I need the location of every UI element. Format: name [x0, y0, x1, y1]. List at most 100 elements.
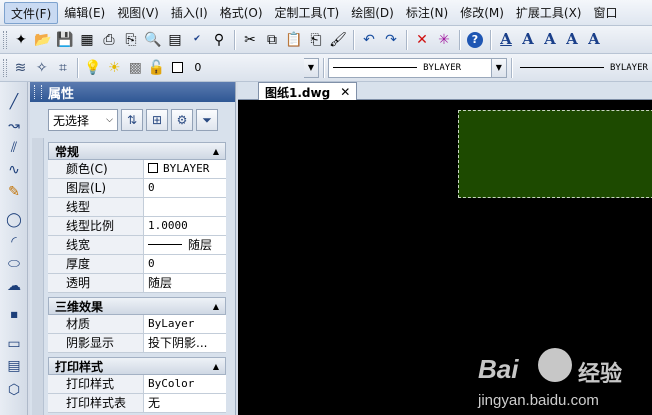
- property-row-shadow[interactable]: 阴影显示 投下阴影...: [48, 334, 226, 353]
- property-row-color[interactable]: 颜色(C) BYLAYER: [48, 160, 226, 179]
- layer-previous-icon[interactable]: ⌗: [53, 58, 72, 78]
- new-file-icon[interactable]: ✦: [11, 30, 31, 50]
- section-3d-effects-header[interactable]: 三维效果 ▲: [48, 297, 226, 315]
- hatch-icon[interactable]: ▤: [4, 356, 24, 376]
- selection-dropdown[interactable]: 无选择 ⌵: [48, 109, 118, 131]
- document-tab[interactable]: 图纸1.dwg ✕: [258, 82, 358, 101]
- rectangle-icon[interactable]: ▭: [4, 334, 24, 354]
- linetype-dropdown[interactable]: BYLAYER: [328, 57, 492, 78]
- linetype-dropdown-arrow-icon[interactable]: ▼: [491, 57, 508, 78]
- menu-format[interactable]: 格式(O): [214, 2, 269, 24]
- panel-scrollbar[interactable]: [32, 138, 44, 415]
- property-value[interactable]: 0: [144, 179, 226, 197]
- collapse-icon[interactable]: ▲: [213, 147, 219, 156]
- copy-icon[interactable]: ⧉: [262, 30, 282, 50]
- plot-icon[interactable]: ⎘: [121, 30, 141, 50]
- paste-icon[interactable]: 📋: [284, 30, 304, 50]
- property-row-linetype-scale[interactable]: 线型比例 1.0000: [48, 217, 226, 236]
- line-icon[interactable]: ╱: [4, 92, 24, 112]
- text-scale-icon[interactable]: A: [584, 30, 604, 50]
- menu-insert[interactable]: 插入(I): [165, 2, 214, 24]
- ellipse-icon[interactable]: ⬭: [4, 254, 24, 274]
- filter-icon[interactable]: ⏷: [196, 109, 218, 131]
- layer-unlock-icon: 🔓: [147, 59, 166, 76]
- property-row-thickness[interactable]: 厚度 0: [48, 255, 226, 274]
- polygon-icon[interactable]: ⬡: [4, 380, 24, 400]
- layer-dropdown[interactable]: 0: [190, 58, 303, 78]
- color-swatch-icon: [148, 163, 158, 173]
- save-as-icon[interactable]: ▦: [77, 30, 97, 50]
- revision-cloud-icon[interactable]: ☁: [4, 276, 24, 296]
- text-style-icon[interactable]: A: [496, 30, 516, 50]
- menu-file[interactable]: 文件(F): [4, 1, 59, 24]
- ray-icon[interactable]: ↝: [4, 116, 24, 136]
- property-row-plot-style-table[interactable]: 打印样式表 无: [48, 394, 226, 413]
- menu-edit[interactable]: 编辑(E): [58, 2, 111, 24]
- point-icon[interactable]: ■: [4, 304, 24, 324]
- lineweight-dropdown[interactable]: BYLAYER: [516, 58, 652, 78]
- freehand-icon[interactable]: ✎: [4, 182, 24, 202]
- print-icon[interactable]: ⎙: [99, 30, 119, 50]
- property-row-linetype[interactable]: 线型: [48, 198, 226, 217]
- property-row-plot-style[interactable]: 打印样式 ByColor: [48, 375, 226, 394]
- polyline-icon[interactable]: ∿: [4, 160, 24, 180]
- menu-dimension[interactable]: 标注(N): [400, 2, 454, 24]
- property-value[interactable]: ByColor: [144, 375, 226, 393]
- property-row-transparency[interactable]: 透明 随层: [48, 274, 226, 293]
- section-plot-style-header[interactable]: 打印样式 ▲: [48, 357, 226, 375]
- property-value[interactable]: 随层: [144, 236, 226, 254]
- section-general-header[interactable]: 常规 ▲: [48, 142, 226, 160]
- cut-icon[interactable]: ✂: [240, 30, 260, 50]
- multiline-text-icon[interactable]: A: [518, 30, 538, 50]
- property-row-layer[interactable]: 图层(L) 0: [48, 179, 226, 198]
- menu-window[interactable]: 窗口: [588, 2, 624, 24]
- edit-text-icon[interactable]: A: [540, 30, 560, 50]
- multiline-icon[interactable]: ⫽: [4, 138, 24, 158]
- menu-draw[interactable]: 绘图(D): [345, 2, 400, 24]
- layer-manager-icon[interactable]: ≋: [11, 58, 30, 78]
- redo-icon[interactable]: ↷: [381, 30, 401, 50]
- property-value[interactable]: 投下阴影...: [144, 334, 226, 352]
- property-value[interactable]: 1.0000: [144, 217, 226, 235]
- menu-view[interactable]: 视图(V): [111, 2, 165, 24]
- select-objects-icon[interactable]: ⊞: [146, 109, 168, 131]
- property-row-lineweight[interactable]: 线宽 随层: [48, 236, 226, 255]
- close-icon[interactable]: ✕: [340, 85, 350, 99]
- menu-modify[interactable]: 修改(M): [454, 2, 510, 24]
- save-icon[interactable]: 💾: [55, 30, 75, 50]
- property-value[interactable]: 随层: [144, 274, 226, 292]
- undo-icon[interactable]: ↶: [359, 30, 379, 50]
- layer-dropdown-arrow-icon[interactable]: ▼: [303, 57, 320, 78]
- find-text-icon[interactable]: A: [562, 30, 582, 50]
- selected-rectangle[interactable]: [458, 110, 652, 198]
- print-preview-icon[interactable]: 🔍: [143, 30, 163, 50]
- find-icon[interactable]: ⚲: [209, 30, 229, 50]
- arc-icon[interactable]: ◜: [4, 232, 24, 252]
- menu-custom-tools[interactable]: 定制工具(T): [269, 2, 346, 24]
- toolbar-grip[interactable]: [3, 58, 7, 77]
- property-value[interactable]: BYLAYER: [144, 160, 226, 178]
- spell-check-icon[interactable]: ✔: [187, 30, 207, 50]
- collapse-icon[interactable]: ▲: [213, 302, 219, 311]
- publish-icon[interactable]: ▤: [165, 30, 185, 50]
- property-value[interactable]: 0: [144, 255, 226, 273]
- menu-extended-tools[interactable]: 扩展工具(X): [510, 2, 588, 24]
- open-file-icon[interactable]: 📂: [33, 30, 53, 50]
- toolbar-grip[interactable]: [3, 30, 7, 49]
- property-row-material[interactable]: 材质 ByLayer: [48, 315, 226, 334]
- paste-special-icon[interactable]: ⎗: [306, 30, 326, 50]
- quick-select-icon[interactable]: ⚙: [171, 109, 193, 131]
- erase-icon[interactable]: ✕: [412, 30, 432, 50]
- match-properties-icon[interactable]: 🖌: [328, 30, 348, 50]
- toggle-pickadd-icon[interactable]: ⇅: [121, 109, 143, 131]
- properties-panel-title[interactable]: 属性: [30, 82, 235, 102]
- panel-grip-icon[interactable]: [34, 85, 42, 99]
- property-value[interactable]: 无: [144, 394, 226, 412]
- property-value[interactable]: ByLayer: [144, 315, 226, 333]
- circle-icon[interactable]: ◯: [4, 210, 24, 230]
- collapse-icon[interactable]: ▲: [213, 362, 219, 371]
- erase-all-icon[interactable]: ✳: [434, 30, 454, 50]
- layer-state-icon[interactable]: ✧: [32, 58, 51, 78]
- property-value[interactable]: [144, 198, 226, 216]
- help-icon[interactable]: ?: [465, 30, 485, 50]
